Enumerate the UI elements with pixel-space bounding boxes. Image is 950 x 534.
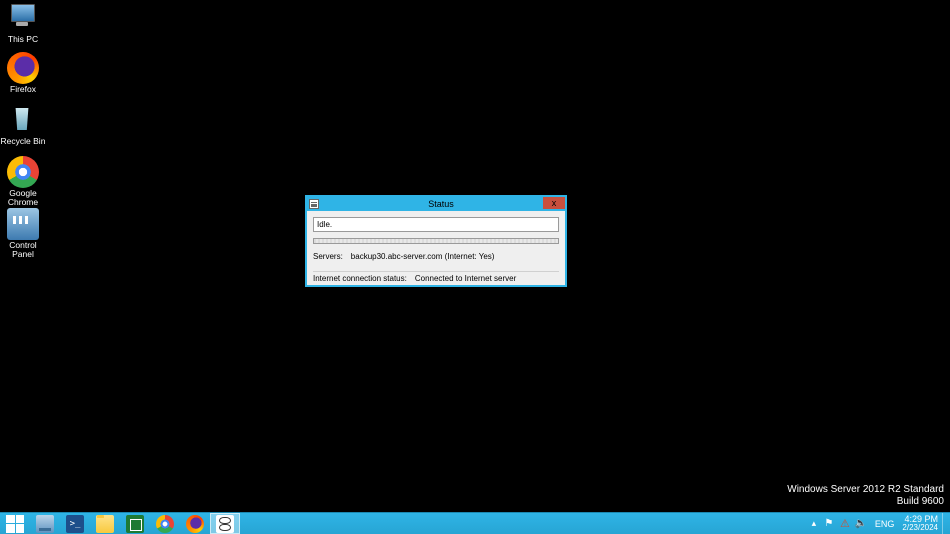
servers-label: Servers: xyxy=(313,252,343,261)
close-button[interactable]: x xyxy=(543,197,565,209)
watermark-line2: Build 9600 xyxy=(897,496,944,507)
start-icon xyxy=(6,515,24,533)
desktop-icon-chrome[interactable]: Google Chrome xyxy=(0,156,46,207)
taskbar: ▴ ENG 4:29 PM 2/23/2024 xyxy=(0,512,950,534)
server-manager-icon xyxy=(36,515,54,533)
net-status-label: Internet connection status: xyxy=(313,274,407,283)
progress-bar xyxy=(313,238,559,244)
firefox-icon xyxy=(186,515,204,533)
desktop-icon-label: Firefox xyxy=(0,85,46,94)
start-button[interactable] xyxy=(0,513,30,534)
file-explorer-icon xyxy=(96,515,114,533)
system-menu-icon[interactable] xyxy=(309,199,319,209)
volume-icon[interactable] xyxy=(854,517,868,531)
chrome-icon xyxy=(7,156,39,188)
show-desktop-button[interactable] xyxy=(942,513,948,534)
watermark-line1: Windows Server 2012 R2 Standard xyxy=(787,484,944,495)
desktop-icon-label: Google Chrome xyxy=(0,189,46,207)
tray-warning-icon[interactable] xyxy=(838,517,852,531)
taskbar-firefox[interactable] xyxy=(180,513,210,534)
taskbar-left xyxy=(0,513,240,534)
database-icon xyxy=(216,515,234,533)
taskbar-server-manager[interactable] xyxy=(30,513,60,534)
clock-date: 2/23/2024 xyxy=(902,524,938,532)
language-indicator[interactable]: ENG xyxy=(869,519,901,529)
servers-value: backup30.abc-server.com (Internet: Yes) xyxy=(351,252,495,261)
powershell-icon xyxy=(66,515,84,533)
control-panel-icon xyxy=(7,208,39,240)
status-window[interactable]: Status x Idle. Servers: backup30.abc-ser… xyxy=(305,195,567,287)
desktop-icon-firefox[interactable]: Firefox xyxy=(0,52,46,94)
this-pc-icon xyxy=(7,2,39,34)
desktop-icon-control-panel[interactable]: Control Panel xyxy=(0,208,46,259)
firefox-icon xyxy=(7,52,39,84)
taskbar-backup-app[interactable] xyxy=(210,513,240,534)
status-text-field: Idle. xyxy=(313,217,559,232)
servers-row: Servers: backup30.abc-server.com (Intern… xyxy=(313,252,559,261)
chrome-icon xyxy=(156,515,174,533)
desktop-icon-label: Control Panel xyxy=(0,241,46,259)
recycle-bin-icon xyxy=(7,104,39,136)
tray-show-hidden[interactable]: ▴ xyxy=(807,518,821,529)
status-text: Idle. xyxy=(317,220,332,229)
desktop-icon-label: Recycle Bin xyxy=(0,137,46,146)
action-center-icon[interactable] xyxy=(822,517,836,531)
taskbar-right: ▴ ENG 4:29 PM 2/23/2024 xyxy=(807,513,950,534)
desktop-icon-recycle-bin[interactable]: Recycle Bin xyxy=(0,104,46,146)
os-watermark: Windows Server 2012 R2 Standard Build 96… xyxy=(787,484,944,508)
taskbar-store[interactable] xyxy=(120,513,150,534)
store-icon xyxy=(126,515,144,533)
window-title: Status xyxy=(319,199,563,209)
window-body: Idle. Servers: backup30.abc-server.com (… xyxy=(307,211,565,285)
net-status-value: Connected to Internet server xyxy=(415,274,516,283)
window-titlebar[interactable]: Status x xyxy=(307,197,565,211)
desktop-icon-this-pc[interactable]: This PC xyxy=(0,2,46,44)
clock[interactable]: 4:29 PM 2/23/2024 xyxy=(900,515,942,532)
taskbar-powershell[interactable] xyxy=(60,513,90,534)
taskbar-chrome[interactable] xyxy=(150,513,180,534)
taskbar-file-explorer[interactable] xyxy=(90,513,120,534)
net-status-row: Internet connection status: Connected to… xyxy=(313,271,559,283)
desktop-icon-label: This PC xyxy=(0,35,46,44)
